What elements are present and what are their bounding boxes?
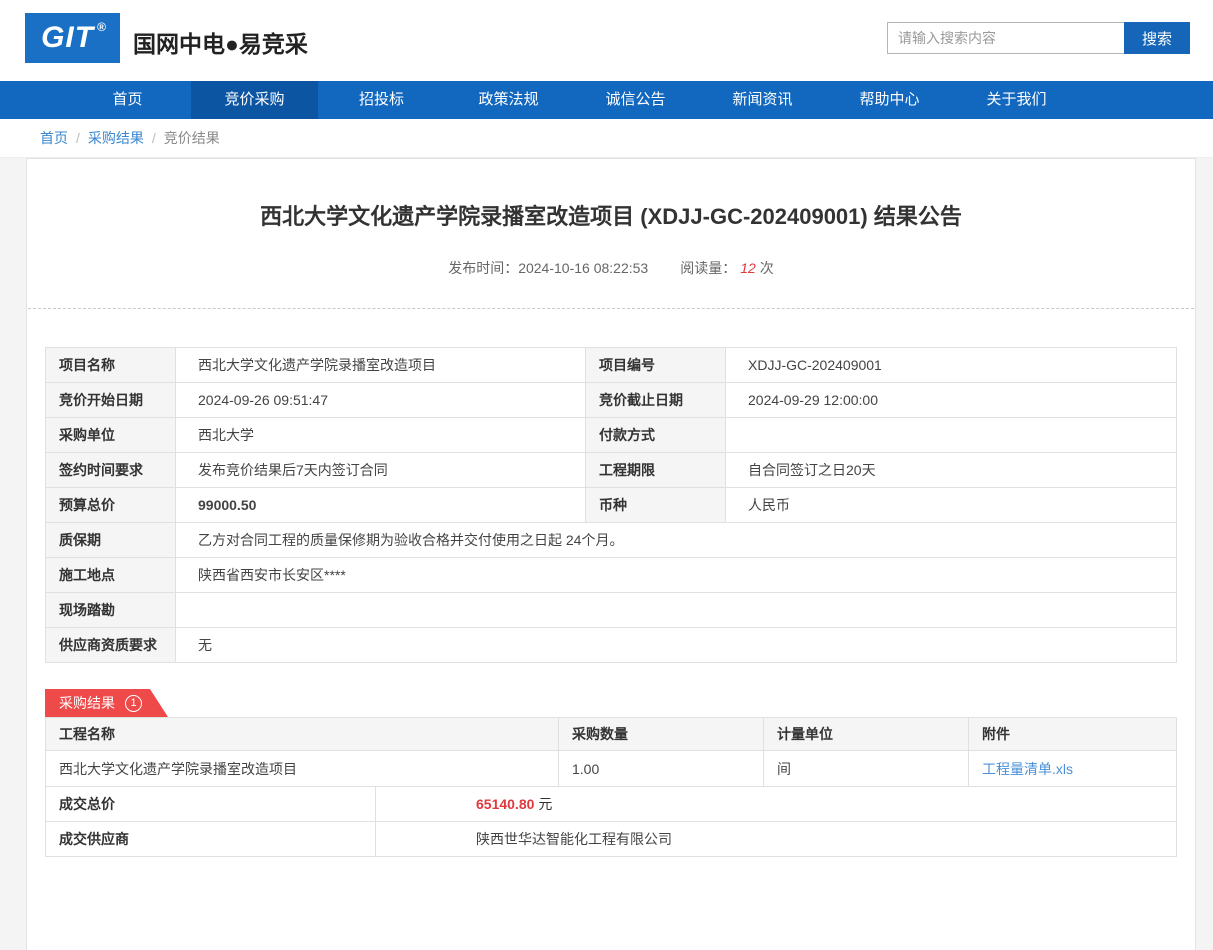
table-row: 供应商资质要求 无 — [46, 628, 1177, 663]
field-value: 陕西省西安市长安区**** — [176, 558, 1177, 593]
breadcrumb-current: 竞价结果 — [164, 128, 220, 148]
dashed-divider — [28, 308, 1194, 309]
deal-total-unit: 元 — [538, 796, 552, 812]
site-header: GIT® 国网中电●易竞采 搜索 — [0, 0, 1213, 81]
nav-item-home[interactable]: 首页 — [64, 81, 191, 119]
table-row: 预算总价 99000.50 币种 人民币 — [46, 488, 1177, 523]
column-header: 计量单位 — [764, 718, 969, 751]
field-value: 乙方对合同工程的质量保修期为验收合格并交付使用之日起 24个月。 — [176, 523, 1177, 558]
search-input[interactable] — [887, 22, 1124, 54]
views-count: 12 — [740, 260, 756, 276]
column-header: 附件 — [969, 718, 1177, 751]
column-header: 工程名称 — [46, 718, 559, 751]
field-value — [726, 418, 1177, 453]
logo-text: GIT — [41, 21, 94, 55]
column-header: 采购数量 — [559, 718, 764, 751]
table-header-row: 工程名称 采购数量 计量单位 附件 — [46, 718, 1177, 751]
field-label: 币种 — [586, 488, 726, 523]
search-button[interactable]: 搜索 — [1124, 22, 1190, 54]
table-row: 现场踏勘 — [46, 593, 1177, 628]
field-value: XDJJ-GC-202409001 — [726, 348, 1177, 383]
announcement-card: 西北大学文化遗产学院录播室改造项目 (XDJJ-GC-202409001) 结果… — [26, 158, 1196, 950]
field-label: 施工地点 — [46, 558, 176, 593]
views-label: 阅读量： — [680, 260, 736, 276]
breadcrumb-home[interactable]: 首页 — [40, 128, 68, 148]
field-value: 西北大学文化遗产学院录播室改造项目 — [176, 348, 586, 383]
budget-total-value: 99000.50 — [176, 488, 586, 523]
field-value — [176, 593, 1177, 628]
nav-item-integrity-notice[interactable]: 诚信公告 — [572, 81, 699, 119]
procurement-result-badge: 采购结果 1 — [45, 689, 168, 717]
field-label: 竞价截止日期 — [586, 383, 726, 418]
field-value: 自合同签订之日20天 — [726, 453, 1177, 488]
breadcrumb-separator: / — [152, 130, 156, 146]
publish-meta: 发布时间：2024-10-16 08:22:53 阅读量：12次 — [45, 258, 1177, 278]
attachment-link[interactable]: 工程量清单.xls — [982, 761, 1073, 777]
nav-item-bidding-procurement[interactable]: 竞价采购 — [191, 81, 318, 119]
breadcrumb-procurement-results[interactable]: 采购结果 — [88, 128, 144, 148]
field-value: 发布竞价结果后7天内签订合同 — [176, 453, 586, 488]
breadcrumb-separator: / — [76, 130, 80, 146]
deal-total-label: 成交总价 — [46, 787, 376, 822]
page-title: 西北大学文化遗产学院录播室改造项目 (XDJJ-GC-202409001) 结果… — [45, 159, 1177, 231]
badge-label: 采购结果 — [59, 693, 115, 713]
badge-count-icon: 1 — [125, 695, 142, 712]
nav-item-about-us[interactable]: 关于我们 — [953, 81, 1080, 119]
attachment-cell: 工程量清单.xls — [969, 751, 1177, 787]
field-label: 项目编号 — [586, 348, 726, 383]
site-logo[interactable]: GIT® — [25, 13, 120, 63]
nav-item-help-center[interactable]: 帮助中心 — [826, 81, 953, 119]
deal-total-value: 65140.80元 — [376, 787, 1177, 822]
field-label: 竞价开始日期 — [46, 383, 176, 418]
quantity-cell: 1.00 — [559, 751, 764, 787]
deal-total-amount: 65140.80 — [476, 796, 534, 812]
field-value: 人民币 — [726, 488, 1177, 523]
views-unit: 次 — [760, 260, 774, 276]
field-label: 现场踏勘 — [46, 593, 176, 628]
field-label: 项目名称 — [46, 348, 176, 383]
field-label: 预算总价 — [46, 488, 176, 523]
field-label: 质保期 — [46, 523, 176, 558]
field-label: 采购单位 — [46, 418, 176, 453]
search-area: 搜索 — [887, 22, 1190, 54]
registered-trademark-icon: ® — [97, 20, 107, 34]
table-row: 西北大学文化遗产学院录播室改造项目 1.00 间 工程量清单.xls — [46, 751, 1177, 787]
field-value: 西北大学 — [176, 418, 586, 453]
table-row: 竞价开始日期 2024-09-26 09:51:47 竞价截止日期 2024-0… — [46, 383, 1177, 418]
nav-item-news[interactable]: 新闻资讯 — [699, 81, 826, 119]
nav-item-policies[interactable]: 政策法规 — [445, 81, 572, 119]
table-row: 采购单位 西北大学 付款方式 — [46, 418, 1177, 453]
table-row: 签约时间要求 发布竞价结果后7天内签订合同 工程期限 自合同签订之日20天 — [46, 453, 1177, 488]
nav-item-tender[interactable]: 招投标 — [318, 81, 445, 119]
result-table: 工程名称 采购数量 计量单位 附件 西北大学文化遗产学院录播室改造项目 1.00… — [45, 717, 1177, 787]
table-row: 成交供应商 陕西世华达智能化工程有限公司 — [46, 822, 1177, 857]
project-name-cell: 西北大学文化遗产学院录播室改造项目 — [46, 751, 559, 787]
page-background: 西北大学文化遗产学院录播室改造项目 (XDJJ-GC-202409001) 结果… — [0, 158, 1213, 950]
unit-cell: 间 — [764, 751, 969, 787]
project-info-table: 项目名称 西北大学文化遗产学院录播室改造项目 项目编号 XDJJ-GC-2024… — [45, 347, 1177, 663]
publish-time-label: 发布时间： — [448, 260, 518, 276]
table-row: 质保期 乙方对合同工程的质量保修期为验收合格并交付使用之日起 24个月。 — [46, 523, 1177, 558]
field-value: 2024-09-29 12:00:00 — [726, 383, 1177, 418]
publish-time-value: 2024-10-16 08:22:53 — [518, 260, 648, 276]
field-value: 2024-09-26 09:51:47 — [176, 383, 586, 418]
main-nav: 首页 竞价采购 招投标 政策法规 诚信公告 新闻资讯 帮助中心 关于我们 — [0, 81, 1213, 119]
field-label: 付款方式 — [586, 418, 726, 453]
deal-summary-table: 成交总价 65140.80元 成交供应商 陕西世华达智能化工程有限公司 — [45, 786, 1177, 857]
field-label: 签约时间要求 — [46, 453, 176, 488]
breadcrumb: 首页 / 采购结果 / 竞价结果 — [0, 119, 1213, 158]
field-label: 工程期限 — [586, 453, 726, 488]
table-row: 成交总价 65140.80元 — [46, 787, 1177, 822]
table-row: 施工地点 陕西省西安市长安区**** — [46, 558, 1177, 593]
site-title: 国网中电●易竞采 — [133, 25, 308, 59]
deal-supplier-label: 成交供应商 — [46, 822, 376, 857]
field-label: 供应商资质要求 — [46, 628, 176, 663]
table-row: 项目名称 西北大学文化遗产学院录播室改造项目 项目编号 XDJJ-GC-2024… — [46, 348, 1177, 383]
field-value: 无 — [176, 628, 1177, 663]
deal-supplier-value: 陕西世华达智能化工程有限公司 — [376, 822, 1177, 857]
